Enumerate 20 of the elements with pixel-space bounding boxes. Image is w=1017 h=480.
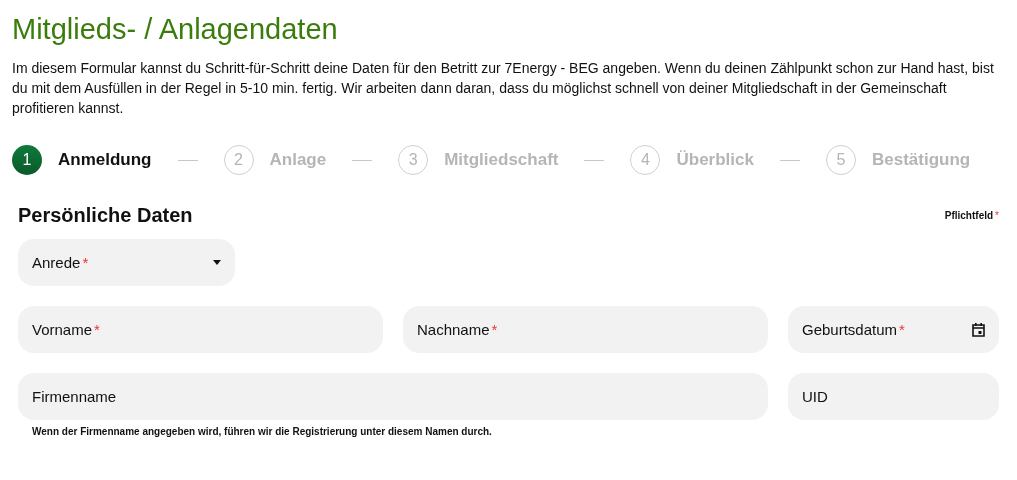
select-field[interactable]: Anrede* xyxy=(18,239,235,286)
field-label: Anrede* xyxy=(32,254,89,271)
step-tab[interactable]: 1 Anmeldung xyxy=(12,145,152,175)
dropdown-caret-icon xyxy=(213,260,221,265)
input-field[interactable]: Nachname* xyxy=(403,306,768,353)
input-field[interactable]: UID xyxy=(788,373,999,420)
required-note: Pflichtfeld * xyxy=(944,210,999,221)
hint-text: Wenn der Firmenname angegeben wird, führen wir die Registrierung unter diesem Namen durch. xyxy=(32,426,493,437)
field-label: UID xyxy=(802,388,828,405)
date-field[interactable]: Geburtsdatum* xyxy=(788,306,999,353)
field-label: Firmenname xyxy=(32,388,117,405)
calendar-icon xyxy=(972,322,985,337)
field-label: Geburtsdatum* xyxy=(802,321,905,338)
intro-text: Im diesem Formular kannst du Schritt-für-Schritt deine Daten für den Betritt zur 7Energy - BEG angeben. Wenn du deinen Zählpunkt schon zur Hand hast, bist du mit dem Ausfüllen in der Regel in 5-10 min. fertig. Wir arbeiten dann daran, dass du möglichst schnell von deiner Mitgliedschaft in der Gemeinschaft profitieren kannst. xyxy=(12,59,995,118)
field-label: Nachname* xyxy=(417,321,498,338)
input-field[interactable]: Vorname* xyxy=(18,306,383,353)
section-title: Persönliche Daten xyxy=(18,204,193,227)
page-title: Mitglieds- / Anlagendaten xyxy=(12,12,339,47)
input-field[interactable]: Firmenname xyxy=(18,373,768,420)
field-label: Vorname* xyxy=(32,321,100,338)
